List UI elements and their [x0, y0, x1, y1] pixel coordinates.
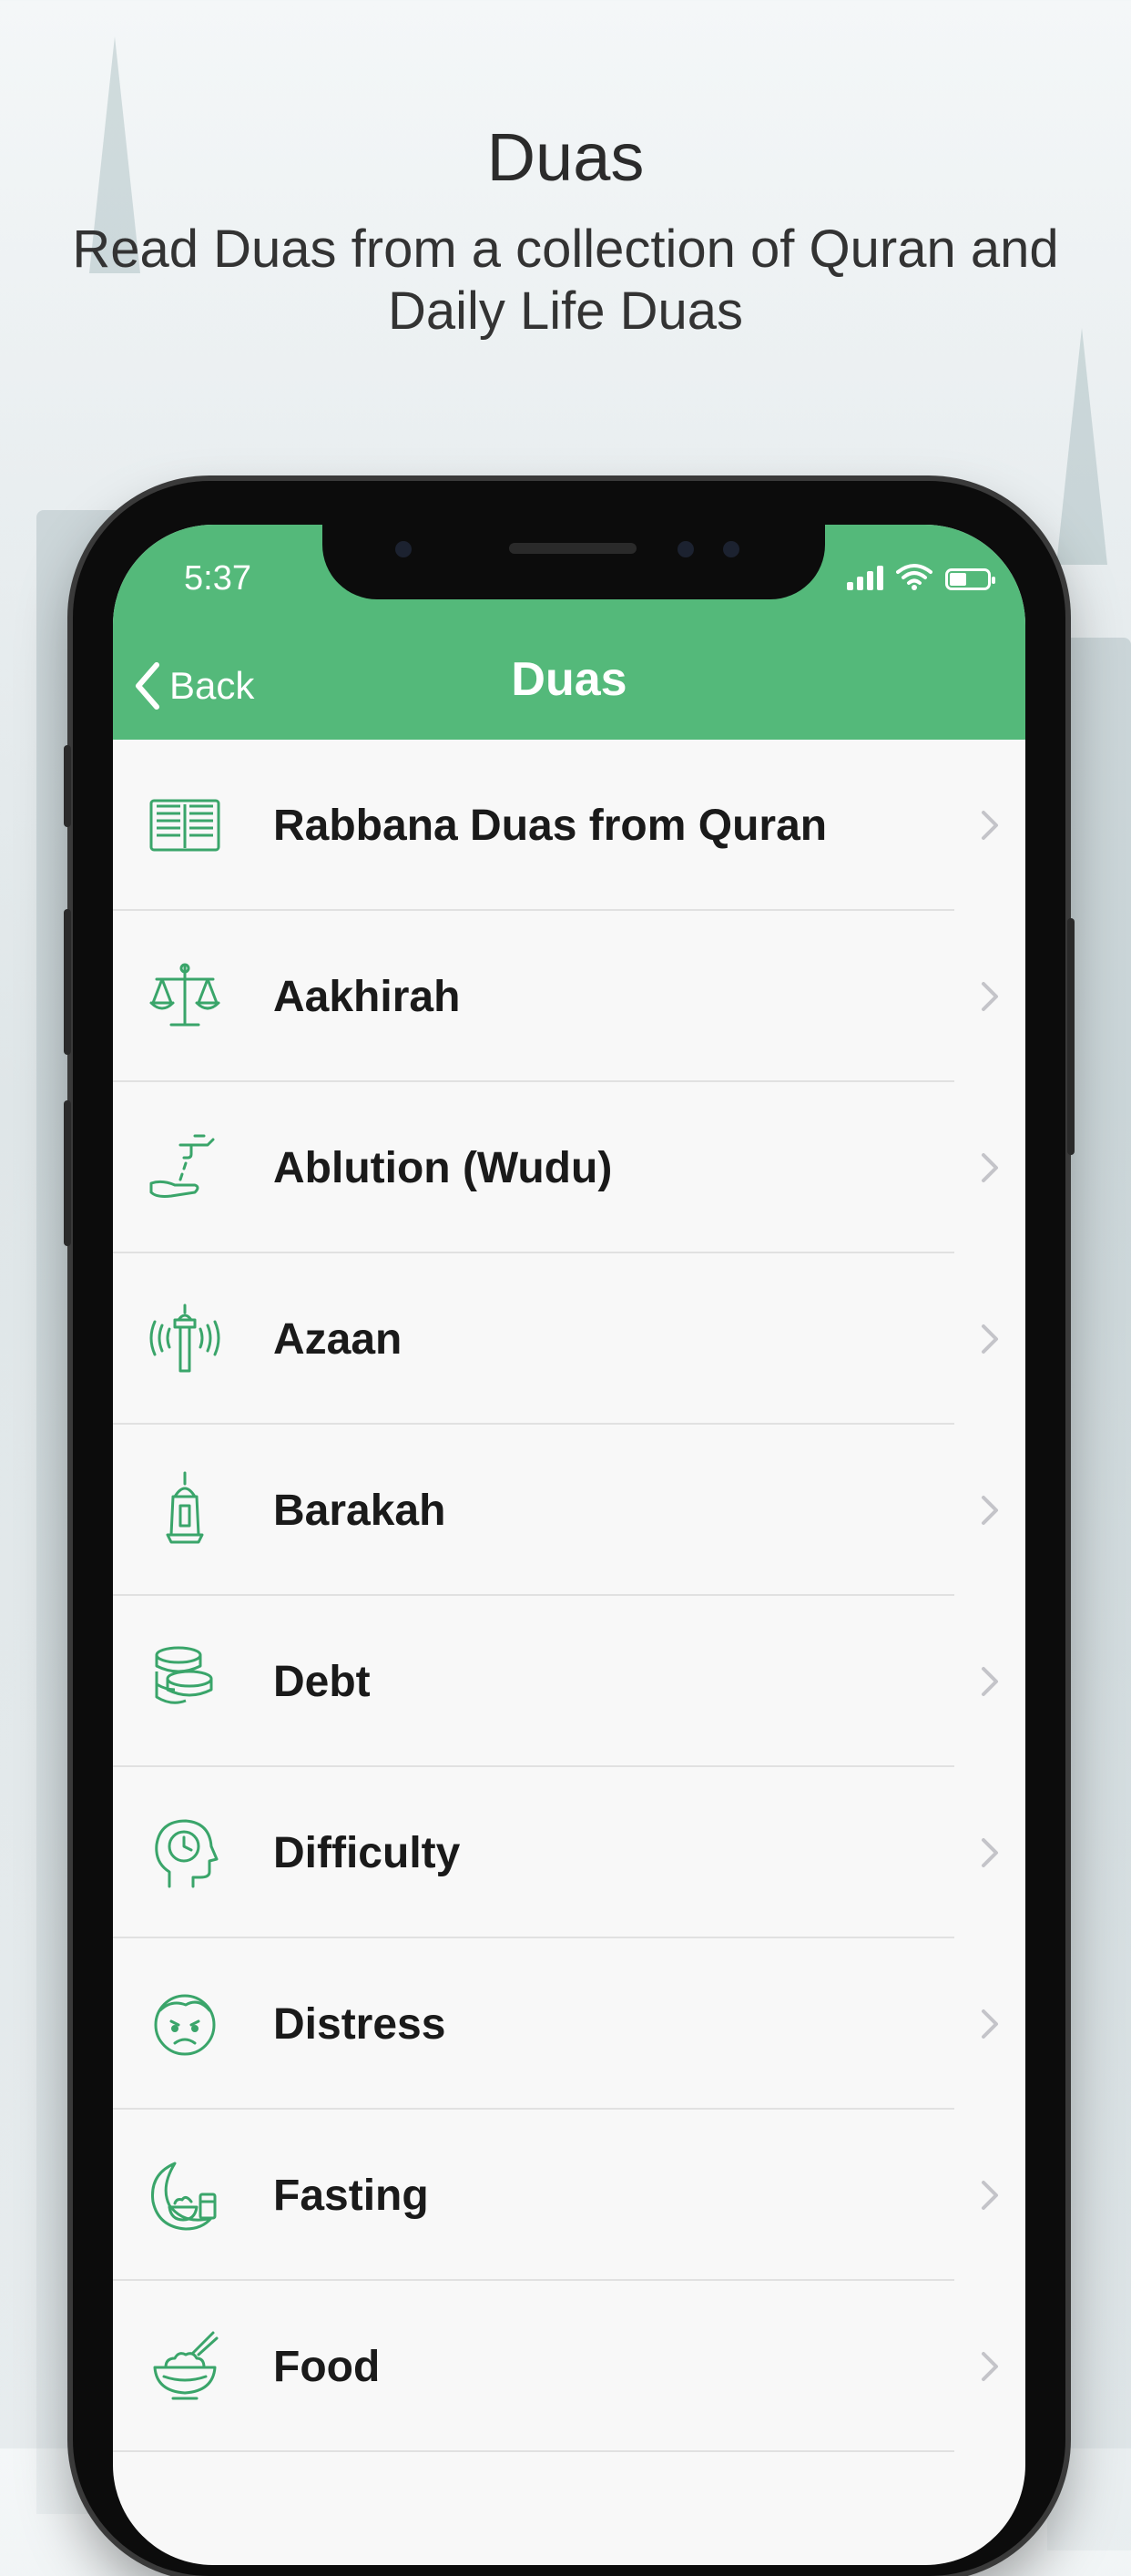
- side-button-mute: [64, 745, 71, 827]
- list-item-label: Food: [273, 2342, 381, 2391]
- sad-face-icon: [144, 1983, 226, 2065]
- promo-subtitle: Read Duas from a collection of Quran and…: [72, 220, 1059, 341]
- list-item-label: Difficulty: [273, 1828, 461, 1877]
- chevron-right-icon: [982, 811, 998, 840]
- duas-list: Rabbana Duas from Quran Aakhirah Ablutio…: [113, 740, 1025, 2452]
- scales-icon: [144, 956, 226, 1038]
- list-item[interactable]: Aakhirah: [113, 911, 1025, 1082]
- list-item[interactable]: Distress: [113, 1938, 1025, 2110]
- list-item-label: Rabbana Duas from Quran: [273, 801, 828, 850]
- list-item-label: Fasting: [273, 2171, 429, 2220]
- front-camera: [395, 541, 412, 557]
- bowl-icon: [144, 2326, 226, 2407]
- battery-icon: [945, 568, 995, 590]
- front-sensor: [678, 541, 694, 557]
- chevron-right-icon: [982, 2352, 998, 2381]
- chevron-right-icon: [982, 982, 998, 1011]
- lantern-icon: [144, 1469, 226, 1551]
- crescent-food-icon: [144, 2154, 226, 2236]
- status-icons: [847, 563, 995, 590]
- cellular-signal-icon: [847, 565, 883, 590]
- phone-screen: 5:37 Back Duas Rabbana Duas from Quran A…: [113, 525, 1025, 2565]
- list-item-label: Barakah: [273, 1486, 446, 1535]
- chevron-right-icon: [982, 1667, 998, 1696]
- phone-frame: 5:37 Back Duas Rabbana Duas from Quran A…: [64, 481, 1075, 2576]
- list-item-label: Distress: [273, 1999, 446, 2049]
- list-item[interactable]: Fasting: [113, 2110, 1025, 2281]
- tap-hand-icon: [144, 1127, 226, 1209]
- list-item[interactable]: Azaan: [113, 1253, 1025, 1425]
- status-time: 5:37: [184, 559, 251, 598]
- background-spire-right: [1056, 328, 1107, 565]
- chevron-right-icon: [982, 2009, 998, 2039]
- coins-icon: [144, 1641, 226, 1722]
- promo-title: Duas: [486, 119, 645, 195]
- chevron-right-icon: [982, 2181, 998, 2210]
- chevron-right-icon: [982, 1324, 998, 1354]
- chevron-right-icon: [982, 1496, 998, 1525]
- earpiece-speaker: [509, 543, 637, 554]
- list-item[interactable]: Ablution (Wudu): [113, 1082, 1025, 1253]
- list-item-label: Azaan: [273, 1314, 402, 1364]
- minaret-loudspeaker-icon: [144, 1298, 226, 1380]
- side-button-volume-up: [64, 909, 71, 1055]
- list-item-label: Debt: [273, 1657, 371, 1706]
- chevron-right-icon: [982, 1838, 998, 1867]
- side-button-power: [1067, 918, 1075, 1155]
- list-item-label: Ablution (Wudu): [273, 1143, 613, 1192]
- head-clock-icon: [144, 1812, 226, 1894]
- side-button-volume-down: [64, 1100, 71, 1246]
- camera-notch: [322, 525, 825, 599]
- front-sensor-2: [723, 541, 739, 557]
- list-item[interactable]: Debt: [113, 1596, 1025, 1767]
- list-item-label: Aakhirah: [273, 972, 461, 1021]
- nav-title: Duas: [511, 653, 627, 706]
- list-item[interactable]: Barakah: [113, 1425, 1025, 1596]
- quran-book-icon: [144, 784, 226, 866]
- list-item[interactable]: Food: [113, 2281, 1025, 2452]
- wifi-icon: [896, 564, 932, 590]
- chevron-right-icon: [982, 1153, 998, 1182]
- list-item[interactable]: Difficulty: [113, 1767, 1025, 1938]
- list-item[interactable]: Rabbana Duas from Quran: [113, 740, 1025, 911]
